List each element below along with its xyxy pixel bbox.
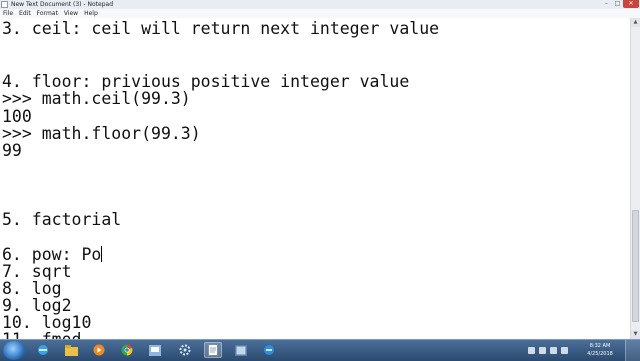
minimize-button[interactable]: – xyxy=(601,0,612,8)
maximize-button[interactable]: □ xyxy=(612,0,623,8)
menu-edit[interactable]: Edit xyxy=(16,9,34,18)
tray-network-icon[interactable] xyxy=(539,347,546,354)
app-icon[interactable] xyxy=(146,342,164,358)
close-button[interactable]: ✕ xyxy=(623,0,639,8)
settings-icon[interactable] xyxy=(176,342,194,358)
app2-icon[interactable] xyxy=(232,342,250,358)
scroll-down-icon[interactable]: ▼ xyxy=(631,330,640,339)
show-desktop-button[interactable] xyxy=(625,340,640,361)
editor-line: >>> math.ceil(99.3) xyxy=(2,89,191,108)
menu-file[interactable]: File xyxy=(0,9,16,18)
tray-volume-icon[interactable] xyxy=(550,347,557,354)
window-controls: – □ ✕ xyxy=(601,0,639,9)
notepad-icon[interactable] xyxy=(204,342,222,358)
editor-line: 5. factorial xyxy=(2,210,122,229)
taskbar: 8:32 AM 4/25/2018 xyxy=(0,339,640,361)
text-editor-area[interactable]: 3. ceil: ceil will return next integer v… xyxy=(0,18,630,339)
tray-battery-icon[interactable] xyxy=(561,347,568,354)
editor-line: >>> math.floor(99.3) xyxy=(2,124,201,143)
menu-format[interactable]: Format xyxy=(34,9,61,18)
editor-line: 11. fmod xyxy=(2,331,81,340)
clock-date: 4/25/2018 xyxy=(587,351,613,357)
window-title: New Text Document (3) - Notepad xyxy=(11,1,114,8)
scrollbar-thumb[interactable] xyxy=(632,210,639,322)
notepad-app-icon xyxy=(1,1,8,8)
folder-icon[interactable] xyxy=(62,342,80,358)
text-caret xyxy=(101,246,103,262)
ie2-icon[interactable] xyxy=(260,342,278,358)
menu-view[interactable]: View xyxy=(61,9,81,18)
editor-line: 99 xyxy=(2,141,22,160)
ie-icon[interactable] xyxy=(34,342,52,358)
tray-flag-icon[interactable] xyxy=(528,347,535,354)
vertical-scrollbar[interactable]: ▲ ▼ xyxy=(630,18,640,339)
editor-line: 3. ceil: ceil will return next integer v… xyxy=(2,19,440,38)
chrome-icon[interactable] xyxy=(118,342,136,358)
menu-help[interactable]: Help xyxy=(81,9,101,18)
start-button[interactable] xyxy=(3,341,25,360)
clock-time: 8:32 AM xyxy=(589,343,611,349)
scroll-up-icon[interactable]: ▲ xyxy=(631,18,640,27)
media-icon[interactable] xyxy=(90,342,108,358)
taskbar-clock[interactable]: 8:32 AM 4/25/2018 xyxy=(580,342,620,358)
